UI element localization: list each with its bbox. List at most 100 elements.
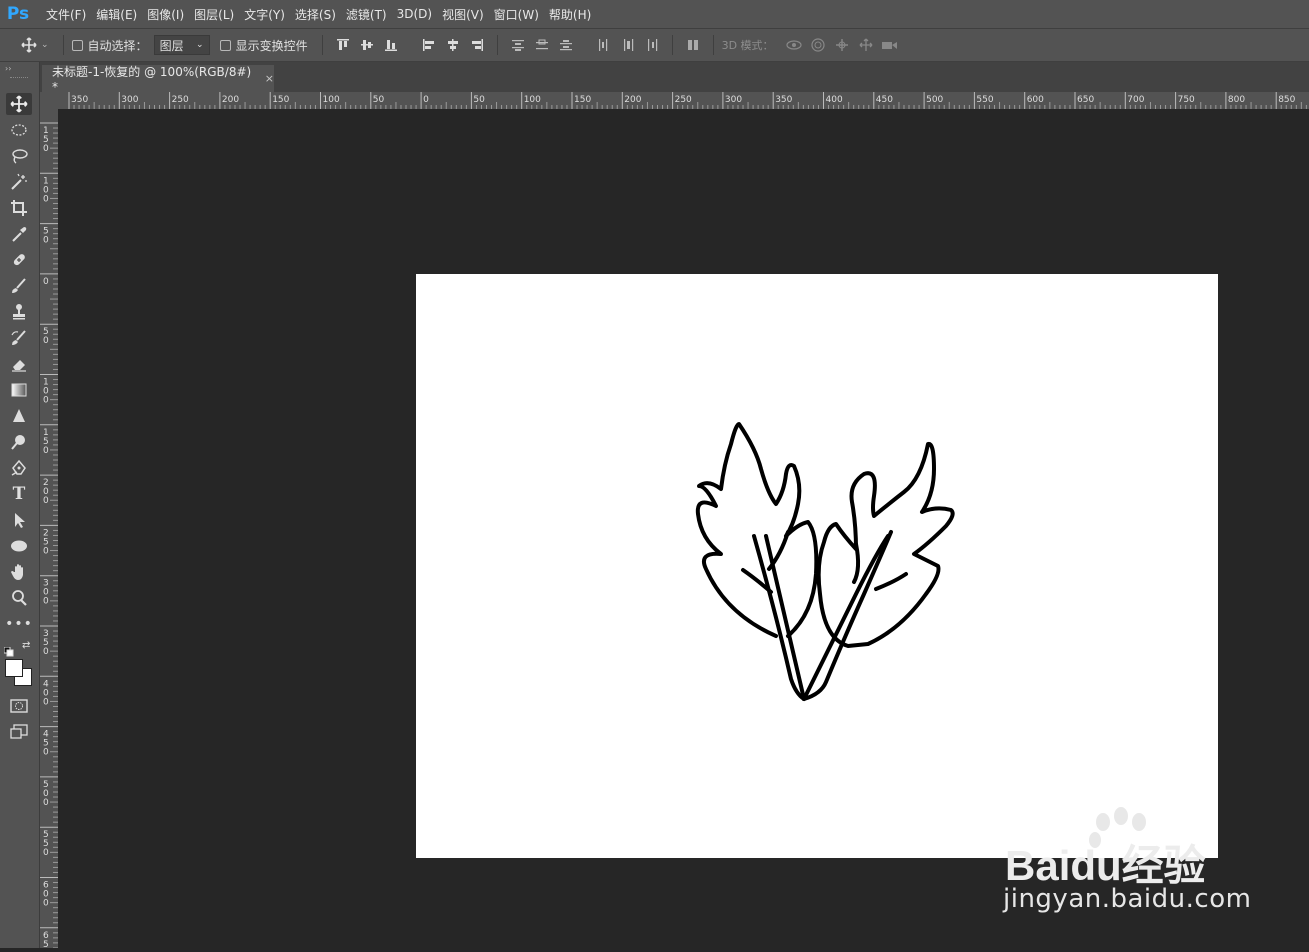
move-tool-icon[interactable]	[6, 93, 32, 115]
ruler-label: 850	[1278, 95, 1295, 105]
ruler-label: 350	[71, 95, 88, 105]
auto-align-icon[interactable]	[684, 36, 702, 54]
toolbox-grip[interactable]	[10, 77, 28, 80]
vertical-ruler[interactable]: 1501005005010015020025030035040045050055…	[40, 109, 59, 952]
brush-tool-icon[interactable]	[6, 275, 32, 297]
auto-select-checkbox[interactable]	[71, 39, 83, 51]
ruler-label: 100	[43, 378, 49, 406]
auto-select-dropdown[interactable]: 图层 ⌄	[153, 35, 210, 55]
ruler-label: 500	[43, 780, 49, 808]
align-top-icon[interactable]	[334, 36, 352, 54]
menu-image[interactable]: 图像(I)	[147, 6, 184, 23]
history-brush-tool-icon[interactable]	[6, 327, 32, 349]
pen-tool-icon[interactable]	[6, 457, 32, 479]
zoom-tool-icon[interactable]	[6, 587, 32, 609]
menu-3d[interactable]: 3D(D)	[397, 7, 432, 21]
distribute-bottom-icon[interactable]	[557, 36, 575, 54]
ruler-label: 300	[121, 95, 138, 105]
show-transform-checkbox[interactable]	[219, 39, 231, 51]
auto-select-label: 自动选择：	[87, 38, 148, 53]
align-hcenter-icon[interactable]	[444, 36, 462, 54]
gradient-tool-icon[interactable]	[6, 379, 32, 401]
3d-slide-icon[interactable]	[857, 36, 875, 54]
ruler-label: 150	[272, 95, 289, 105]
move-tool-icon[interactable]	[20, 36, 38, 54]
distribute-vcenter-icon[interactable]	[533, 36, 551, 54]
distribute-hcenter-icon[interactable]	[619, 36, 637, 54]
ruler-label: 0	[423, 95, 429, 105]
3d-rotate-icon[interactable]	[785, 36, 803, 54]
toolbox: ›› T ••• ⇄	[0, 62, 40, 948]
align-right-icon[interactable]	[468, 36, 486, 54]
menu-view[interactable]: 视图(V)	[442, 6, 484, 23]
tool-preset-chevron-icon[interactable]: ⌄	[41, 40, 49, 50]
crop-tool-icon[interactable]	[6, 197, 32, 219]
ruler-label: 150	[574, 95, 591, 105]
swap-colors-icon[interactable]: ⇄	[22, 640, 30, 651]
dodge-tool-icon[interactable]	[6, 431, 32, 453]
type-tool-icon[interactable]: T	[6, 483, 32, 505]
distribute-right-icon[interactable]	[643, 36, 661, 54]
photoshop-logo: Ps	[6, 4, 30, 24]
3d-roll-icon[interactable]	[809, 36, 827, 54]
baidu-brand-text: Baidu经验	[1005, 842, 1206, 886]
ruler-label: 500	[926, 95, 943, 105]
ruler-label: 150	[43, 126, 49, 154]
ruler-label: 200	[222, 95, 239, 105]
distribute-top-icon[interactable]	[509, 36, 527, 54]
ruler-label: 200	[43, 478, 49, 506]
eyedropper-tool-icon[interactable]	[6, 223, 32, 245]
foreground-color-swatch[interactable]	[5, 659, 23, 677]
marquee-tool-icon[interactable]	[6, 119, 32, 141]
ruler-label: 550	[43, 830, 49, 858]
menu-filter[interactable]: 滤镜(T)	[346, 6, 387, 23]
distribute-left-icon[interactable]	[595, 36, 613, 54]
ruler-label: 650	[43, 931, 49, 948]
close-icon[interactable]: ×	[265, 72, 274, 85]
menu-edit[interactable]: 编辑(E)	[96, 6, 137, 23]
ruler-label: 100	[524, 95, 541, 105]
ruler-label: 100	[323, 95, 340, 105]
options-bar: ⌄ 自动选择： 图层 ⌄ 显示变换控件 3D 模式：	[0, 28, 1309, 62]
ruler-label: 600	[1027, 95, 1044, 105]
align-left-icon[interactable]	[420, 36, 438, 54]
document-tab-title: 未标题-1-恢复的 @ 100%(RGB/8#) *	[52, 65, 252, 94]
watermark-url: jingyan.baidu.com	[1003, 884, 1252, 914]
document-tab[interactable]: 未标题-1-恢复的 @ 100%(RGB/8#) * ×	[42, 65, 274, 94]
path-selection-tool-icon[interactable]	[6, 509, 32, 531]
horizontal-ruler[interactable]: 350 300 250 200 150 100 50 0 50 100 150 200 250 300 35…	[58, 92, 1309, 110]
menu-help[interactable]: 帮助(H)	[549, 6, 591, 23]
blur-tool-icon[interactable]	[6, 405, 32, 427]
auto-select-value: 图层	[159, 38, 184, 53]
chevron-down-icon: ⌄	[196, 40, 204, 50]
clone-stamp-tool-icon[interactable]	[6, 301, 32, 323]
more-tools-icon[interactable]: •••	[5, 613, 32, 635]
healing-brush-tool-icon[interactable]	[6, 249, 32, 271]
document-canvas[interactable]	[416, 274, 1218, 858]
eraser-tool-icon[interactable]	[6, 353, 32, 375]
ruler-label: 300	[43, 579, 49, 607]
magic-wand-tool-icon[interactable]	[6, 171, 32, 193]
menu-layer[interactable]: 图层(L)	[194, 6, 234, 23]
quick-mask-icon[interactable]	[6, 695, 32, 717]
align-bottom-icon[interactable]	[382, 36, 400, 54]
menu-type[interactable]: 文字(Y)	[244, 6, 285, 23]
divider	[62, 35, 64, 55]
hand-tool-icon[interactable]	[6, 561, 32, 583]
baidu-paw-logo: Baidu经验	[1005, 807, 1206, 886]
ellipse-tool-icon[interactable]	[6, 535, 32, 557]
menu-window[interactable]: 窗口(W)	[494, 6, 539, 23]
screen-mode-icon[interactable]	[6, 721, 32, 743]
ruler-label: 250	[675, 95, 692, 105]
lasso-tool-icon[interactable]	[6, 145, 32, 167]
menu-file[interactable]: 文件(F)	[46, 6, 86, 23]
collapse-toolbox-icon[interactable]: ››	[5, 64, 11, 73]
default-colors-icon[interactable]	[3, 642, 14, 657]
menu-select[interactable]: 选择(S)	[295, 6, 336, 23]
3d-pan-icon[interactable]	[833, 36, 851, 54]
ruler-label: 300	[725, 95, 742, 105]
3d-camera-icon[interactable]	[881, 36, 899, 54]
align-vcenter-icon[interactable]	[358, 36, 376, 54]
ruler-label: 650	[1077, 95, 1094, 105]
ruler-origin[interactable]	[40, 92, 58, 109]
